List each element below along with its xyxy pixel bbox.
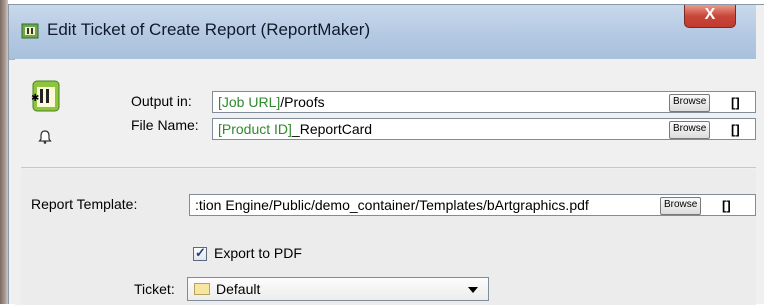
ticket-select[interactable]: Default	[187, 277, 489, 301]
report-template-field[interactable]: :tion Engine/Public/demo_container/Templ…	[189, 194, 756, 216]
dialog-window: Edit Ticket of Create Report (ReportMake…	[8, 4, 764, 305]
file-name-browse-button[interactable]: Browse	[669, 121, 711, 139]
file-name-field[interactable]: [Product ID]_ReportCard Browse []	[212, 118, 756, 140]
report-template-label: Report Template:	[31, 196, 138, 212]
export-pdf-checkbox[interactable]: ✓	[193, 245, 207, 261]
section-divider	[21, 167, 756, 168]
ticket-label: Ticket:	[134, 281, 175, 297]
file-name-text: _ReportCard	[291, 121, 373, 137]
app-ticket-icon	[21, 23, 39, 39]
dialog-body: ✱ Output in: [Job URL]/Proofs Browse [] …	[15, 59, 756, 305]
output-in-label: Output in:	[131, 93, 192, 109]
output-in-field[interactable]: [Job URL]/Proofs Browse []	[212, 91, 756, 113]
close-button[interactable]: X	[684, 5, 736, 28]
ticket-selected: Default	[216, 281, 261, 297]
window-title: Edit Ticket of Create Report (ReportMake…	[47, 20, 371, 39]
report-template-bracket-button[interactable]: []	[722, 196, 731, 215]
report-maker-icon: ✱	[31, 80, 60, 112]
output-in-variable: [Job URL]	[218, 94, 281, 110]
report-settings-group: Report Template: :tion Engine/Public/dem…	[21, 169, 756, 305]
report-template-text: :tion Engine/Public/demo_container/Templ…	[195, 197, 589, 213]
bell-icon[interactable]	[37, 129, 53, 145]
chevron-down-icon	[468, 287, 478, 293]
title-bar: Edit Ticket of Create Report (ReportMake…	[9, 5, 756, 60]
checkmark-icon: ✓	[195, 245, 206, 260]
file-name-variable: [Product ID]	[218, 121, 292, 137]
file-name-bracket-button[interactable]: []	[731, 120, 740, 139]
file-name-label: File Name:	[131, 117, 199, 133]
output-in-browse-button[interactable]: Browse	[669, 94, 711, 112]
background-strip	[0, 0, 8, 304]
close-icon: X	[704, 6, 716, 23]
report-template-browse-button[interactable]: Browse	[660, 197, 702, 215]
ticket-icon	[194, 283, 210, 295]
export-pdf-label: Export to PDF	[214, 245, 302, 261]
svg-text:✱: ✱	[31, 93, 39, 104]
output-in-text: /Proofs	[280, 94, 325, 110]
output-in-bracket-button[interactable]: []	[731, 93, 740, 112]
